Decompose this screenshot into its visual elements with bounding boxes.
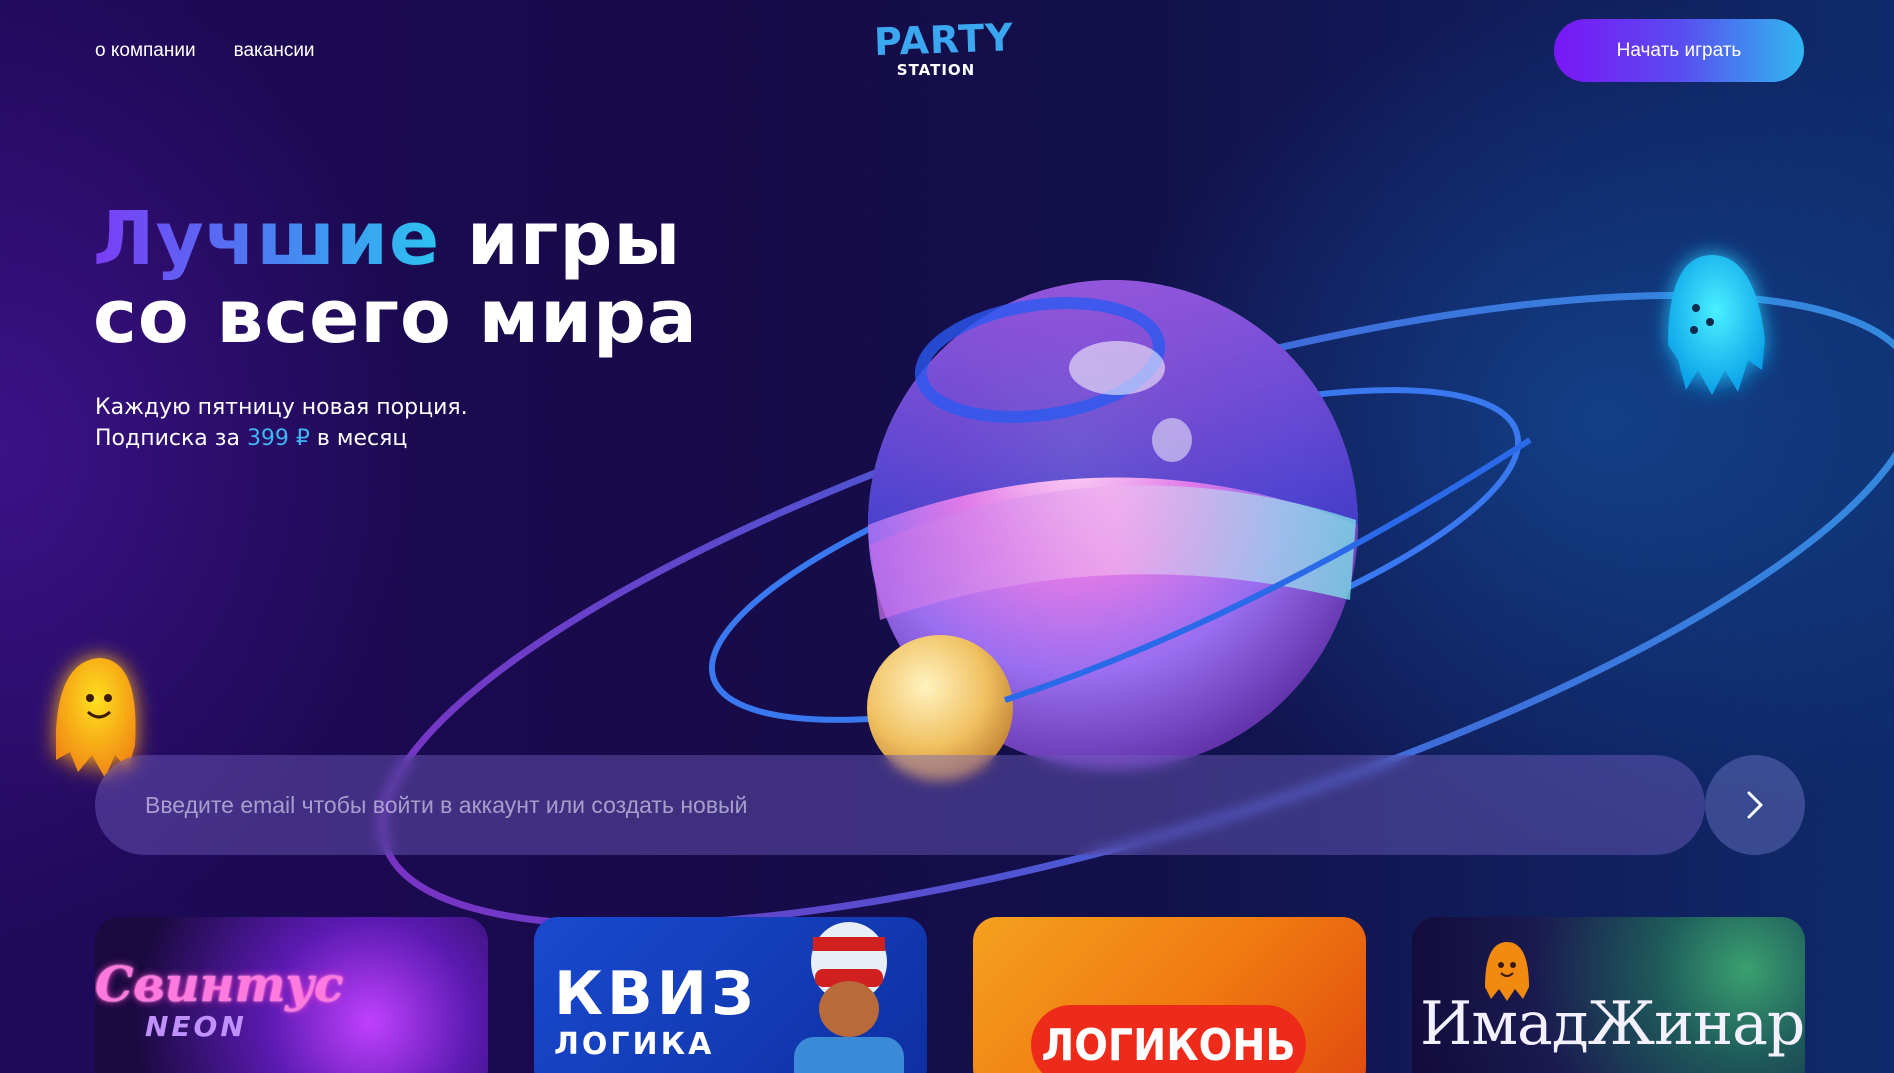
chevron-right-icon <box>1747 791 1763 819</box>
hero-subtitle: Каждую пятницу новая порция. Подписка за… <box>95 392 615 454</box>
submit-email-button[interactable] <box>1705 755 1805 855</box>
page: о компании вакансии PARTY STATION Начать… <box>0 0 1894 1073</box>
logo-station-text: STATION <box>896 61 976 79</box>
game-card-quiz-logic[interactable]: КВИЗ ЛОГИКА <box>534 917 927 1073</box>
logo[interactable]: PARTY STATION <box>873 15 1015 82</box>
start-playing-button[interactable]: Начать играть <box>1554 19 1804 82</box>
game-card-logikon[interactable]: ЛОГИКОНЬ <box>973 917 1366 1073</box>
card-title: ЛОГИКОНЬ <box>1031 1005 1306 1073</box>
planet-illustration <box>56 255 1894 929</box>
hero-title-word: игры <box>466 196 682 282</box>
card-title: Свинтус <box>95 957 344 1013</box>
hero-sub-line2: Подписка за 399 ₽ в месяц <box>95 423 615 454</box>
quiz-hero-figure <box>794 922 904 1073</box>
email-field[interactable] <box>95 755 1705 855</box>
card-subtitle: NEON <box>145 1010 247 1043</box>
hero-title-line2: со всего мира <box>93 274 698 360</box>
subscription-price: 399 ₽ <box>246 426 310 451</box>
logo-party-text: PARTY <box>873 15 1015 65</box>
card-subtitle: ЛОГИКА <box>554 1027 715 1062</box>
hero-sub-prefix: Подписка за <box>95 426 240 451</box>
game-card-svintus-neon[interactable]: Свинтус NEON <box>95 917 488 1073</box>
blue-ghost-icon <box>1668 255 1765 395</box>
top-nav: о компании вакансии <box>95 40 315 62</box>
nav-link-about[interactable]: о компании <box>95 40 196 62</box>
hero-sub-suffix: в месяц <box>316 426 408 451</box>
hero-title: Лучшие игры со всего мира <box>93 200 853 356</box>
game-cards: Свинтус NEON КВИЗ ЛОГИКА ЛОГИКОНЬ ИмадЖи… <box>95 917 1805 1073</box>
hero-sub-line1: Каждую пятницу новая порция. <box>95 395 468 420</box>
orange-ghost-icon <box>1485 942 1529 1001</box>
hero-title-accent: Лучшие <box>93 196 441 282</box>
nav-link-jobs[interactable]: вакансии <box>234 40 315 62</box>
game-card-imaginarium[interactable]: ИмадЖинариуМ <box>1412 917 1805 1073</box>
card-title: КВИЗ <box>554 959 758 1029</box>
email-field-container <box>95 755 1705 855</box>
